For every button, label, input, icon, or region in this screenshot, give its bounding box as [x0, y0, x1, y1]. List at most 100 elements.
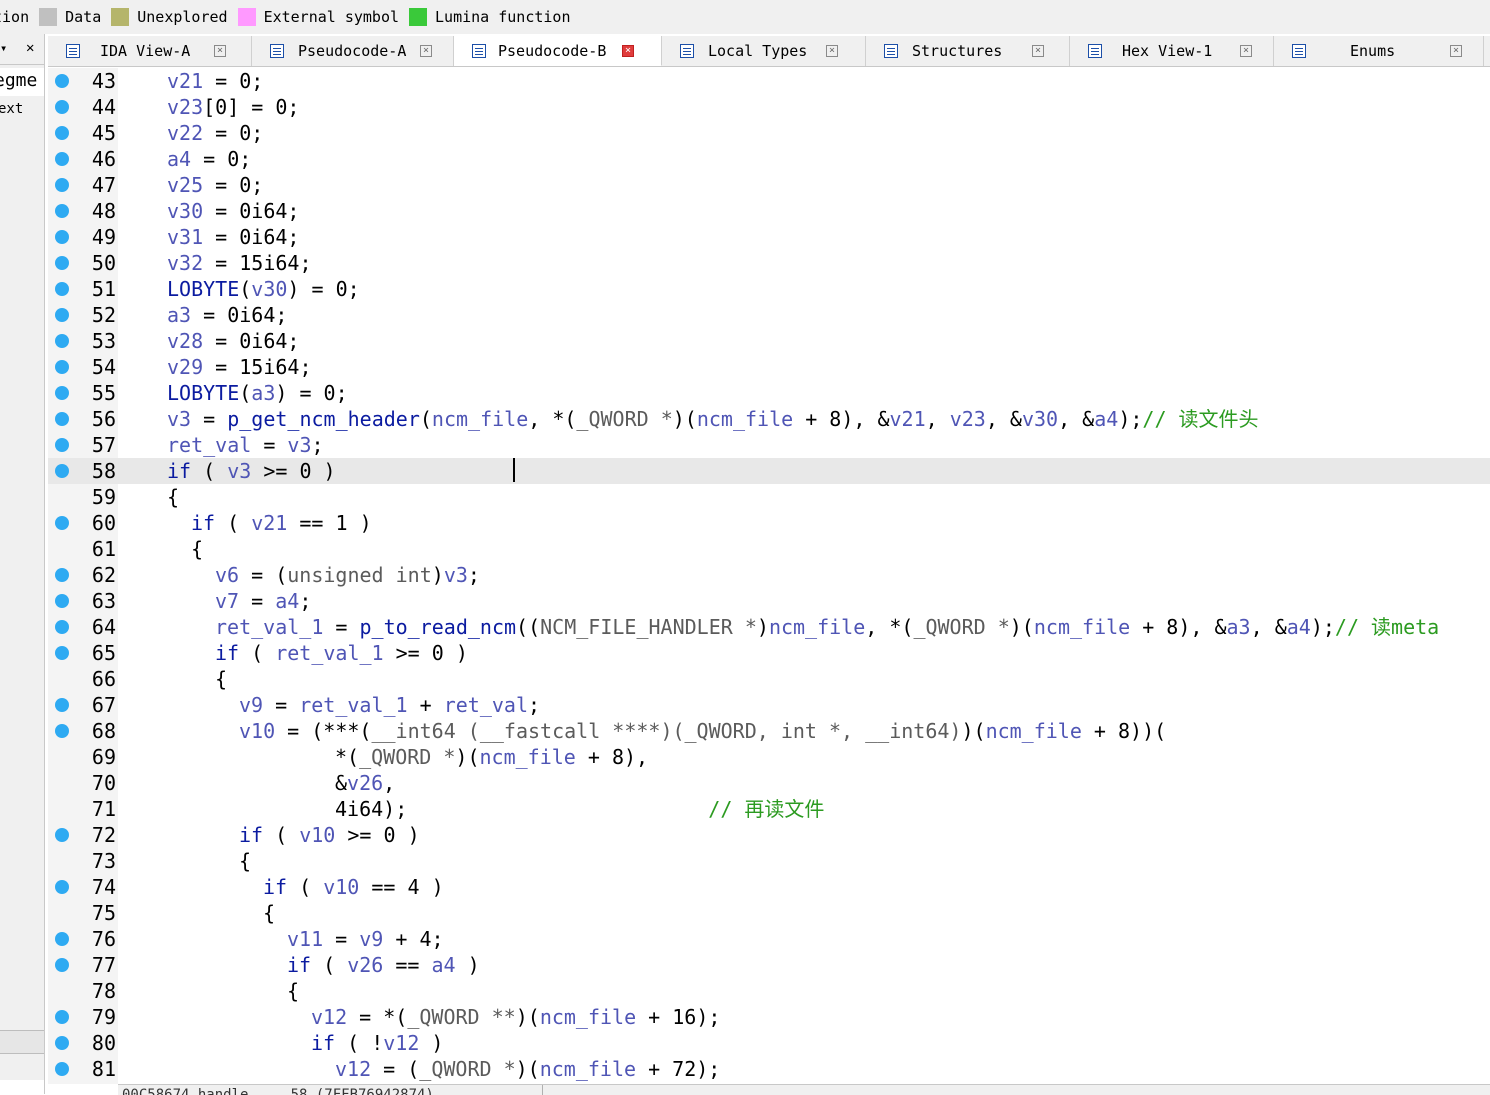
close-icon[interactable]: ✕: [26, 40, 34, 56]
breakpoint-dot-icon[interactable]: [55, 568, 69, 582]
code-variable[interactable]: ret_val_1: [299, 693, 407, 717]
breakpoint-dot-icon[interactable]: [55, 308, 69, 322]
code-line[interactable]: 73 {: [48, 848, 1490, 874]
breakpoint-dot-icon[interactable]: [55, 178, 69, 192]
code-variable[interactable]: v23: [167, 95, 203, 119]
segment-cell[interactable]: ext: [0, 98, 44, 122]
code-function[interactable]: LOBYTE: [167, 381, 239, 405]
tab-close-icon[interactable]: ×: [420, 45, 432, 57]
breakpoint-dot-icon[interactable]: [55, 1036, 69, 1050]
code-line[interactable]: 63 v7 = a4;: [48, 588, 1490, 614]
breakpoint-dot-icon[interactable]: [55, 1010, 69, 1024]
tab-close-icon[interactable]: ×: [1032, 45, 1044, 57]
code-line[interactable]: 64 ret_val_1 = p_to_read_ncm((NCM_FILE_HA…: [48, 614, 1490, 640]
code-line[interactable]: 68 v10 = (***(__int64 (__fastcall ****)(_…: [48, 718, 1490, 744]
breakpoint-dot-icon[interactable]: [55, 360, 69, 374]
pseudocode-view[interactable]: 43 v21 = 0; 44 v23[0] = 0; 45 v22 = 0; 46 a4 = …: [48, 68, 1490, 1084]
code-variable[interactable]: v12: [383, 1031, 419, 1055]
pin-icon[interactable]: ▾: [0, 41, 7, 55]
breakpoint-dot-icon[interactable]: [55, 386, 69, 400]
breakpoint-dot-icon[interactable]: [55, 464, 69, 478]
code-line[interactable]: 53 v28 = 0i64;: [48, 328, 1490, 354]
code-line[interactable]: 71 4i64); // 再读文件: [48, 796, 1490, 822]
code-variable[interactable]: ncm_file: [769, 615, 865, 639]
breakpoint-dot-icon[interactable]: [55, 724, 69, 738]
code-variable[interactable]: v26: [347, 771, 383, 795]
code-variable[interactable]: a4: [275, 589, 299, 613]
code-variable[interactable]: v11: [287, 927, 323, 951]
code-line[interactable]: 81 v12 = (_QWORD *)(ncm_file + 72);: [48, 1056, 1490, 1082]
code-line[interactable]: 59 {: [48, 484, 1490, 510]
code-variable[interactable]: v22: [167, 121, 203, 145]
tab-close-icon[interactable]: ×: [826, 45, 838, 57]
code-variable[interactable]: v26: [347, 953, 383, 977]
breakpoint-dot-icon[interactable]: [55, 698, 69, 712]
code-line[interactable]: 70 &v26,: [48, 770, 1490, 796]
code-variable[interactable]: v12: [335, 1057, 371, 1081]
breakpoint-dot-icon[interactable]: [55, 516, 69, 530]
code-line[interactable]: 57 ret_val = v3;: [48, 432, 1490, 458]
breakpoint-dot-icon[interactable]: [55, 334, 69, 348]
tab-structures[interactable]: Structures ×: [866, 36, 1070, 66]
code-variable[interactable]: v21: [890, 407, 926, 431]
breakpoint-dot-icon[interactable]: [55, 256, 69, 270]
sidebar-scrollbar[interactable]: [0, 1030, 44, 1054]
code-line[interactable]: 50 v32 = 15i64;: [48, 250, 1490, 276]
code-variable[interactable]: a3: [1227, 615, 1251, 639]
code-variable[interactable]: a4: [1287, 615, 1311, 639]
code-variable[interactable]: v3: [444, 563, 468, 587]
code-variable[interactable]: v12: [311, 1005, 347, 1029]
code-line[interactable]: 46 a4 = 0;: [48, 146, 1490, 172]
breakpoint-dot-icon[interactable]: [55, 74, 69, 88]
code-line[interactable]: 72 if ( v10 >= 0 ): [48, 822, 1490, 848]
code-line[interactable]: 65 if ( ret_val_1 >= 0 ): [48, 640, 1490, 666]
tab-pseudocode-b[interactable]: Pseudocode-B ×: [454, 36, 662, 66]
code-variable[interactable]: ncm_file: [540, 1005, 636, 1029]
code-line[interactable]: 60 if ( v21 == 1 ): [48, 510, 1490, 536]
tab-close-icon[interactable]: ×: [1450, 45, 1462, 57]
code-line[interactable]: 54 v29 = 15i64;: [48, 354, 1490, 380]
tab-enums[interactable]: Enums ×: [1274, 36, 1484, 66]
breakpoint-dot-icon[interactable]: [55, 438, 69, 452]
code-line[interactable]: 56 v3 = p_get_ncm_header(ncm_file, *(_QWO…: [48, 406, 1490, 432]
breakpoint-dot-icon[interactable]: [55, 230, 69, 244]
column-header-segment[interactable]: egme: [0, 68, 44, 96]
code-line[interactable]: 79 v12 = *(_QWORD **)(ncm_file + 16);: [48, 1004, 1490, 1030]
breakpoint-dot-icon[interactable]: [55, 412, 69, 426]
code-function[interactable]: p_to_read_ncm: [360, 615, 517, 639]
code-variable[interactable]: v9: [239, 693, 263, 717]
code-variable[interactable]: v23: [950, 407, 986, 431]
breakpoint-dot-icon[interactable]: [55, 958, 69, 972]
code-variable[interactable]: v9: [359, 927, 383, 951]
code-line[interactable]: 58 if ( v3 >= 0 ): [48, 458, 1490, 484]
breakpoint-dot-icon[interactable]: [55, 100, 69, 114]
code-line[interactable]: 43 v21 = 0;: [48, 68, 1490, 94]
code-line[interactable]: 67 v9 = ret_val_1 + ret_val;: [48, 692, 1490, 718]
tab-hex-view-1[interactable]: Hex View-1 ×: [1070, 36, 1274, 66]
tab-close-icon[interactable]: ×: [622, 45, 634, 57]
code-variable[interactable]: ncm_file: [1034, 615, 1130, 639]
code-line[interactable]: 55 LOBYTE(a3) = 0;: [48, 380, 1490, 406]
code-line[interactable]: 75 {: [48, 900, 1490, 926]
breakpoint-dot-icon[interactable]: [55, 932, 69, 946]
code-function[interactable]: p_get_ncm_header: [227, 407, 420, 431]
code-line[interactable]: 52 a3 = 0i64;: [48, 302, 1490, 328]
code-variable[interactable]: v30: [1022, 407, 1058, 431]
code-variable[interactable]: v10: [323, 875, 359, 899]
code-line[interactable]: 69 *(_QWORD *)(ncm_file + 8),: [48, 744, 1490, 770]
code-line[interactable]: 76 v11 = v9 + 4;: [48, 926, 1490, 952]
code-variable[interactable]: ncm_file: [540, 1057, 636, 1081]
code-variable[interactable]: ret_val_1: [215, 615, 323, 639]
code-variable[interactable]: v30: [167, 199, 203, 223]
code-line[interactable]: 80 if ( !v12 ): [48, 1030, 1490, 1056]
code-variable[interactable]: v32: [167, 251, 203, 275]
code-line[interactable]: 66 {: [48, 666, 1490, 692]
code-variable[interactable]: v10: [239, 719, 275, 743]
code-variable[interactable]: v3: [167, 407, 191, 431]
code-line[interactable]: 48 v30 = 0i64;: [48, 198, 1490, 224]
code-variable[interactable]: v3: [287, 433, 311, 457]
code-variable[interactable]: a4: [432, 953, 456, 977]
code-function[interactable]: LOBYTE: [167, 277, 239, 301]
code-variable[interactable]: v29: [167, 355, 203, 379]
tab-ida-view-a[interactable]: IDA View-A ×: [48, 36, 252, 66]
